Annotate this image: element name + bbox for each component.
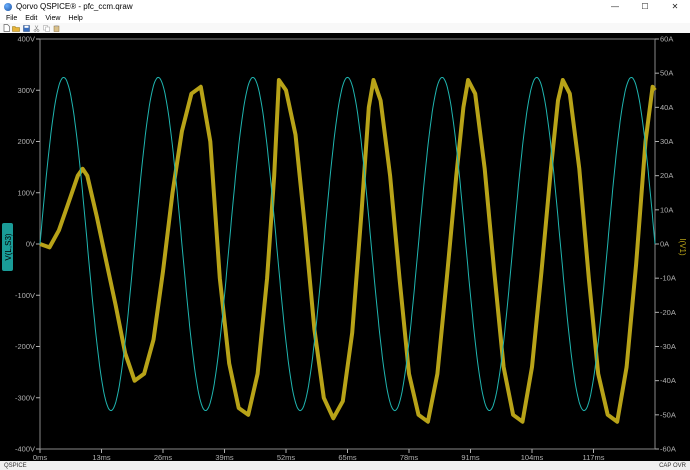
waveform-plot-svg[interactable]: 0ms 13ms 26ms 39ms 52ms 65ms 78ms 91ms 104ms 117m… xyxy=(0,33,690,462)
open-icon[interactable] xyxy=(12,24,20,32)
y-right-tick-label: -50A xyxy=(660,410,676,419)
right-axis-label[interactable]: I(V1) xyxy=(678,238,687,256)
cut-icon[interactable] xyxy=(32,24,40,32)
y-right-tick-label: -40A xyxy=(660,376,676,385)
y-left-tick-label: 200V xyxy=(17,137,35,146)
y-left-tick-label: -100V xyxy=(15,291,35,300)
menu-file[interactable]: File xyxy=(6,15,17,22)
menu-bar: File Edit View Help xyxy=(0,13,690,23)
window-title: Qorvo QSPICE® - pfc_ccm.qraw xyxy=(16,2,133,11)
x-tick-label: 52ms xyxy=(277,453,296,461)
copy-icon[interactable] xyxy=(42,24,50,32)
minimize-button[interactable]: — xyxy=(600,0,630,13)
left-axis-label-text: V(L,S3) xyxy=(4,233,13,260)
x-tick-label: 0ms xyxy=(33,453,47,461)
title-bar: Qorvo QSPICE® - pfc_ccm.qraw — ☐ ✕ xyxy=(0,0,690,13)
y-right-tick-label: -20A xyxy=(660,308,676,317)
status-bar: QSPICE CAP OVR xyxy=(0,461,690,470)
y-left-tick-label: 400V xyxy=(17,35,35,44)
y-left-tick-label: 100V xyxy=(17,188,35,197)
x-tick-label: 26ms xyxy=(154,453,173,461)
qspice-app-icon xyxy=(4,2,12,11)
menu-help[interactable]: Help xyxy=(68,15,82,22)
y-left-tick-label: 300V xyxy=(17,86,35,95)
y-right-tick-label: 0A xyxy=(660,240,669,249)
status-right: CAP OVR xyxy=(659,462,686,469)
y-left-tick-label: -200V xyxy=(15,342,35,351)
y-left-tick-label: -300V xyxy=(15,393,35,402)
y-right-tick-label: 10A xyxy=(660,205,673,214)
waveform-plot[interactable]: 0ms 13ms 26ms 39ms 52ms 65ms 78ms 91ms 104ms 117m… xyxy=(0,33,690,462)
status-left: QSPICE xyxy=(4,462,27,469)
y-right-tick-label: -60A xyxy=(660,445,676,454)
right-axis-label-text: I(V1) xyxy=(678,238,687,256)
y-right-tick-label: 20A xyxy=(660,171,673,180)
x-tick-label: 65ms xyxy=(338,453,357,461)
y-right-tick-label: 40A xyxy=(660,103,673,112)
y-left-tick-label: 0V xyxy=(26,240,35,249)
y-right-tick-label: 60A xyxy=(660,35,673,44)
y-right-tick-label: -30A xyxy=(660,342,676,351)
x-tick-label: 78ms xyxy=(400,453,419,461)
y-right-tick-label: 30A xyxy=(660,137,673,146)
new-icon[interactable] xyxy=(2,24,10,32)
x-tick-label: 104ms xyxy=(521,453,544,461)
toolbar xyxy=(0,23,690,33)
y-left-tick-label: -400V xyxy=(15,445,35,454)
maximize-button[interactable]: ☐ xyxy=(630,0,660,13)
menu-view[interactable]: View xyxy=(45,15,60,22)
paste-icon[interactable] xyxy=(52,24,60,32)
save-icon[interactable] xyxy=(22,24,30,32)
menu-edit[interactable]: Edit xyxy=(25,15,37,22)
close-button[interactable]: ✕ xyxy=(660,0,690,13)
x-tick-label: 13ms xyxy=(92,453,111,461)
x-tick-label: 39ms xyxy=(215,453,234,461)
left-axis-label[interactable]: V(L,S3) xyxy=(2,223,13,271)
y-right-tick-label: 50A xyxy=(660,69,673,78)
x-tick-label: 117ms xyxy=(583,453,605,461)
plot-area-frame xyxy=(39,38,656,450)
x-tick-label: 91ms xyxy=(461,453,480,461)
y-right-tick-label: -10A xyxy=(660,274,676,283)
